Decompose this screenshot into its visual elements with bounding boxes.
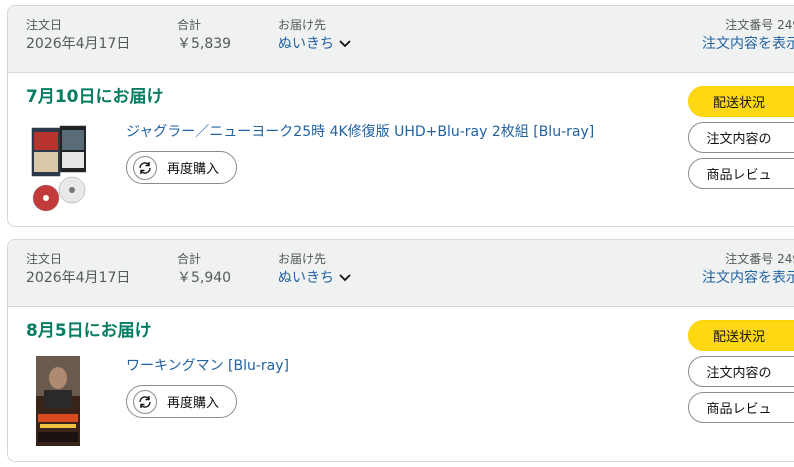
ship-to-dropdown[interactable]: ぬいきち	[278, 34, 351, 54]
reorder-cycle-icon	[133, 389, 157, 414]
product-thumbnail[interactable]	[30, 356, 86, 446]
order-details-link[interactable]: 注文内容を表示	[702, 34, 794, 54]
track-package-button[interactable]: 配送状況	[688, 86, 794, 117]
movie-poster-image	[36, 356, 80, 446]
chevron-down-icon	[339, 34, 351, 54]
order-date-value: 2026年4月17日	[26, 270, 131, 286]
track-package-button[interactable]: 配送状況	[688, 320, 794, 351]
view-order-details-button[interactable]: 注文内容の	[688, 356, 794, 387]
product-thumbnail[interactable]	[30, 122, 87, 212]
ship-to-dropdown[interactable]: ぬいきち	[278, 268, 351, 288]
order-number-label: 注文番号 249	[725, 252, 794, 266]
ship-to-label: お届け先	[278, 252, 327, 266]
write-review-button[interactable]: 商品レビュ	[688, 158, 794, 189]
product-title-link[interactable]: ジャグラー／ニューヨーク25時 4K修復版 UHD+Blu-ray 2枚組 [B…	[126, 122, 666, 142]
delivery-status: 8月5日にお届け	[26, 321, 152, 341]
order-date-label: 注文日	[26, 18, 63, 32]
order-date-block: 注文日 2026年4月17日	[26, 252, 130, 288]
order-date-label: 注文日	[26, 252, 63, 266]
chevron-down-icon	[339, 268, 351, 288]
order-details-link[interactable]: 注文内容を表示	[702, 268, 794, 288]
order-total-label: 合計	[177, 252, 202, 266]
ship-to-name: ぬいきち	[278, 270, 334, 286]
order-total-value: ￥5,940	[177, 270, 232, 286]
ship-to-name: ぬいきち	[278, 36, 334, 52]
buy-again-button[interactable]: 再度購入	[126, 385, 237, 418]
order-total-label: 合計	[177, 18, 202, 32]
order-number-block: 注文番号 249 注文内容を表示	[702, 252, 794, 288]
order-total-value: ￥5,839	[177, 36, 232, 52]
product-title-link[interactable]: ワーキングマン [Blu-ray]	[126, 356, 666, 376]
reorder-cycle-icon	[133, 155, 157, 180]
ship-to-label: お届け先	[278, 18, 327, 32]
view-order-details-button[interactable]: 注文内容の	[688, 122, 794, 153]
order-card: 注文日 2026年4月17日 合計 ￥5,940 お届け先 ぬいきち 注文番号 …	[7, 239, 794, 462]
bluray-box-set-image	[31, 125, 87, 212]
order-number-block: 注文番号 249 注文内容を表示	[702, 18, 794, 54]
write-review-button[interactable]: 商品レビュ	[688, 392, 794, 423]
ship-to-block: お届け先 ぬいきち	[278, 18, 351, 54]
order-number-label: 注文番号 249	[725, 18, 794, 32]
order-card: 注文日 2026年4月17日 合計 ￥5,839 お届け先 ぬいきち 注文番号 …	[7, 5, 794, 227]
order-header: 注文日 2026年4月17日 合計 ￥5,940 お届け先 ぬいきち 注文番号 …	[8, 240, 794, 307]
order-total-block: 合計 ￥5,940	[177, 252, 231, 288]
order-header: 注文日 2026年4月17日 合計 ￥5,839 お届け先 ぬいきち 注文番号 …	[8, 6, 794, 73]
buy-again-label: 再度購入	[167, 162, 220, 177]
order-date-block: 注文日 2026年4月17日	[26, 18, 130, 54]
buy-again-button[interactable]: 再度購入	[126, 151, 237, 184]
ship-to-block: お届け先 ぬいきち	[278, 252, 351, 288]
order-date-value: 2026年4月17日	[26, 36, 131, 52]
delivery-status: 7月10日にお届け	[26, 87, 164, 107]
buy-again-label: 再度購入	[167, 396, 220, 411]
order-total-block: 合計 ￥5,839	[177, 18, 231, 54]
